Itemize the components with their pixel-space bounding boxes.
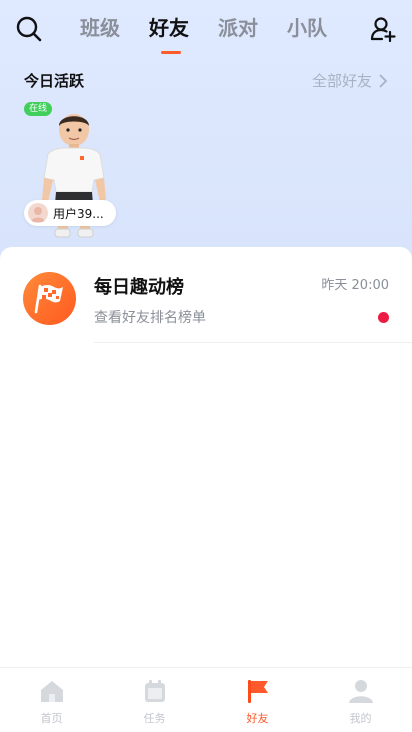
- nav-item-home[interactable]: 首页: [0, 668, 103, 732]
- search-icon: [16, 16, 42, 42]
- nav-label-home: 首页: [40, 712, 63, 725]
- list-item-daily-ranking[interactable]: 每日趣动榜 查看好友排名榜单 昨天 20:00: [0, 247, 412, 343]
- person-icon: [349, 680, 373, 703]
- flag-icon: [248, 680, 268, 703]
- top-nav: 班级 好友 派对 小队: [0, 0, 412, 60]
- nav-item-friends[interactable]: 好友: [206, 668, 309, 732]
- list-item-subtitle: 查看好友排名榜单: [94, 310, 206, 326]
- tab-squad[interactable]: 小队: [287, 12, 356, 52]
- checkered-flag-icon: [23, 272, 76, 325]
- avatar: [28, 203, 48, 223]
- friend-name-chip: 用户39...: [24, 200, 116, 226]
- friend-name: 用户39...: [53, 206, 104, 221]
- list-item-time: 昨天 20:00: [321, 278, 389, 293]
- today-active-title: 今日活跃: [24, 72, 85, 90]
- chevron-right-icon: [379, 73, 388, 88]
- search-button[interactable]: [14, 14, 44, 44]
- calendar-icon: [145, 680, 165, 702]
- list-item-title: 每日趣动榜: [94, 277, 184, 298]
- nav-item-tasks[interactable]: 任务: [103, 668, 206, 732]
- add-friend-icon: [370, 17, 396, 43]
- home-icon: [41, 681, 63, 702]
- tab-bar: 班级 好友 派对 小队: [80, 12, 356, 54]
- bottom-nav: 首页 任务 好友 我的: [0, 667, 412, 732]
- active-friend-card[interactable]: 在线 用户39...: [24, 100, 124, 240]
- nav-label-friends: 好友: [246, 712, 269, 725]
- nav-item-me[interactable]: 我的: [309, 668, 412, 732]
- tab-class[interactable]: 班级: [80, 12, 149, 52]
- nav-label-me: 我的: [349, 712, 372, 725]
- unread-dot: [378, 312, 389, 323]
- all-friends-label: 全部好友: [311, 72, 372, 90]
- online-badge: 在线: [24, 102, 53, 116]
- add-friend-button[interactable]: [368, 14, 398, 44]
- message-list: 每日趣动榜 查看好友排名榜单 昨天 20:00: [0, 247, 412, 667]
- nav-label-tasks: 任务: [143, 712, 166, 725]
- divider: [94, 342, 412, 343]
- all-friends-link[interactable]: 全部好友: [312, 70, 388, 91]
- tab-party[interactable]: 派对: [218, 12, 287, 52]
- tab-friends[interactable]: 好友: [149, 12, 218, 54]
